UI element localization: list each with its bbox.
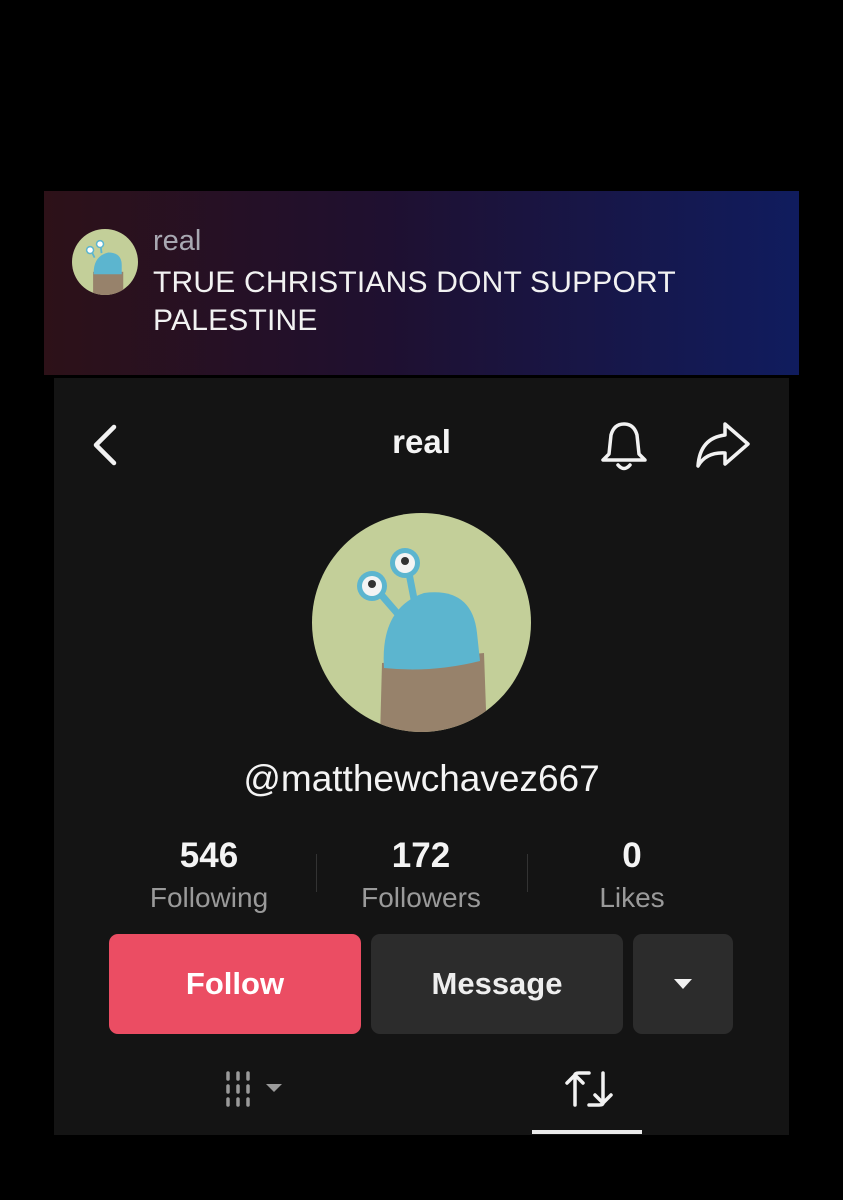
comment-avatar[interactable] [72, 229, 138, 295]
comment-username[interactable]: real [153, 225, 201, 258]
message-button[interactable]: Message [371, 934, 623, 1034]
tab-reposts[interactable] [559, 1065, 619, 1113]
stat-followers[interactable]: 172 Followers [321, 836, 521, 914]
profile-panel: real @matthewchavez667 546 Following 172… [54, 378, 789, 1135]
follow-button[interactable]: Follow [109, 934, 361, 1034]
likes-label: Likes [599, 882, 665, 913]
profile-avatar[interactable] [312, 513, 531, 732]
tab-videos[interactable] [216, 1065, 300, 1113]
bell-icon[interactable] [595, 418, 653, 476]
stat-likes[interactable]: 0 Likes [532, 836, 732, 914]
stat-following[interactable]: 546 Following [109, 836, 309, 914]
followers-count: 172 [391, 836, 451, 875]
following-label: Following [149, 882, 269, 913]
stat-divider [316, 854, 317, 892]
share-arrow-icon[interactable] [692, 416, 754, 474]
active-tab-indicator [532, 1130, 642, 1134]
stat-divider [527, 854, 528, 892]
more-options-button[interactable] [633, 934, 733, 1034]
grid-lines-icon [226, 1071, 282, 1107]
comment-text: TRUE CHRISTIANS DONT SUPPORT PALESTINE [153, 266, 676, 337]
caret-down-icon [672, 977, 694, 991]
page-title: real [392, 423, 451, 460]
following-count: 546 [179, 836, 239, 875]
repost-icon [565, 1071, 613, 1107]
followers-label: Followers [361, 882, 481, 913]
profile-handle: @matthewchavez667 [243, 758, 600, 799]
comment-banner: real TRUE CHRISTIANS DONT SUPPORT PALEST… [44, 191, 799, 375]
likes-count: 0 [622, 836, 642, 875]
